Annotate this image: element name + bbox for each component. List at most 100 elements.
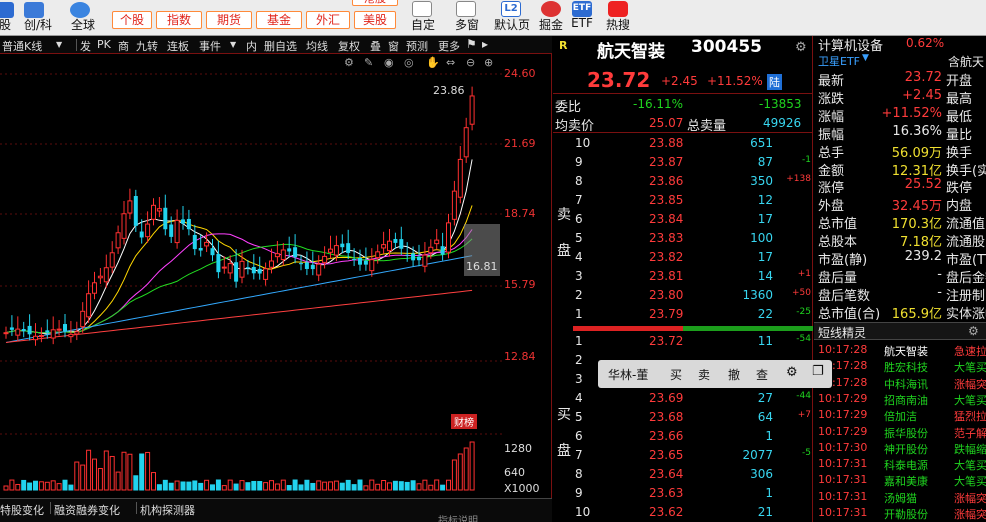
hot-search-icon[interactable] <box>608 1 628 17</box>
cancel-order-button[interactable]: 撤 <box>728 366 740 383</box>
rank-badge[interactable]: 财榜 <box>451 414 477 429</box>
ask-row[interactable]: 1 23.79 22 -25 <box>553 305 813 323</box>
candle <box>204 241 210 247</box>
ask-row[interactable]: 3 23.81 14 +1 <box>553 267 813 285</box>
flag-icon[interactable]: ⚑ <box>466 37 477 51</box>
tab-margin-change[interactable]: 融资融券变化 <box>54 502 120 518</box>
dig-gold-icon[interactable] <box>541 1 561 17</box>
toolbar-item-multiwindow[interactable]: 多窗 <box>450 16 484 33</box>
tab-hk-stock[interactable]: 港股 <box>352 0 398 6</box>
tab-us-stock[interactable]: 美股 <box>354 11 396 29</box>
etf-icon[interactable]: ETF <box>572 1 592 17</box>
toolbar-item-default-page[interactable]: 默认页 <box>492 16 532 33</box>
tab-index[interactable]: 指数 <box>156 11 202 29</box>
tab-forex[interactable]: 外汇 <box>306 11 350 29</box>
window-icon[interactable]: ❐ <box>812 364 824 379</box>
elf-item[interactable]: 10:17:31 嘉和美康 大笔买入 <box>814 472 986 488</box>
bid-row[interactable]: 4 23.69 27 -44 <box>553 389 813 407</box>
toolbar-item-etf[interactable]: ETF <box>568 16 596 30</box>
delta: +50 <box>792 288 811 298</box>
tab-institution-detector[interactable]: 机构探测器 <box>140 502 195 518</box>
toolbar-item-hot-search[interactable]: 热搜 <box>602 16 634 33</box>
tool-lianban[interactable]: 连板 <box>167 38 189 54</box>
delta: -54 <box>796 334 811 344</box>
custom-icon[interactable] <box>412 1 432 17</box>
bid-row[interactable]: 8 23.64 306 <box>553 465 813 483</box>
tool-more[interactable]: 更多 <box>438 38 460 54</box>
tab-futures[interactable]: 期货 <box>206 11 252 29</box>
stat-right-label: 换手 <box>946 145 973 161</box>
ask-row[interactable]: 9 23.87 87 -1 <box>553 153 813 171</box>
elf-item[interactable]: 10:17:31 开勒股份 涨幅突破 <box>814 505 986 521</box>
bid-row[interactable]: 5 23.68 64 +7 <box>553 408 813 426</box>
ask-row[interactable]: 10 23.88 651 <box>553 134 813 152</box>
tool-events[interactable]: 事件 <box>199 38 221 54</box>
high-marker: 23.86 <box>433 84 465 97</box>
tool-fa[interactable]: 发 <box>80 38 91 54</box>
stat-label: 外盘 <box>818 199 845 215</box>
related-etf[interactable]: 卫星ETF <box>818 53 860 69</box>
chevron-down-icon[interactable]: ▼ <box>56 40 62 49</box>
elf-item[interactable]: 10:17:28胜宏科技大笔买入 <box>814 358 986 374</box>
kline-type-select[interactable]: 普通K线 <box>2 38 42 54</box>
toolbar-item-stock[interactable]: 股 <box>0 16 14 33</box>
elf-item[interactable]: 10:17:28中科海讯涨幅突破 <box>814 375 986 391</box>
elf-item[interactable]: 10:17:29 倍加洁 猛烈拉升 <box>814 407 986 423</box>
chevron-down-icon[interactable]: ▼ <box>230 40 236 49</box>
buy-button[interactable]: 买 <box>670 366 682 383</box>
toolbar-item-dig-gold[interactable]: 掘金 <box>536 16 566 33</box>
tool-forecast[interactable]: 预测 <box>406 38 428 54</box>
toolbar-item-custom[interactable]: 自定 <box>406 16 440 33</box>
elf-tag: 大笔买入 <box>954 459 986 473</box>
tool-shang[interactable]: 商 <box>118 38 129 54</box>
elf-item[interactable]: 10:17:28 航天智装 急速拉升 <box>814 342 986 358</box>
tab-fund[interactable]: 基金 <box>256 11 302 29</box>
broker-account[interactable]: 华林-董 <box>608 366 648 383</box>
settings-icon[interactable]: ⚙ <box>786 365 798 380</box>
tool-overlay[interactable]: 叠 <box>370 38 381 54</box>
kline-chart[interactable] <box>0 54 502 498</box>
tab-stock-change[interactable]: 特股变化 <box>0 502 44 518</box>
volume-bar <box>345 479 351 491</box>
tool-adjust[interactable]: 复权 <box>338 38 360 54</box>
tool-delete-watchlist[interactable]: 删自选 <box>264 38 297 54</box>
ask-row[interactable]: 5 23.83 100 <box>553 229 813 247</box>
bid-row[interactable]: 7 23.65 2077 -5 <box>553 446 813 464</box>
ask-row[interactable]: 6 23.84 17 <box>553 210 813 228</box>
gear-icon[interactable]: ⚙ <box>968 324 979 338</box>
toolbar-item-global[interactable]: 全球 <box>66 16 100 33</box>
elf-item[interactable]: 10:17:29 振华股份 范子解封 <box>814 424 986 440</box>
candle <box>186 218 191 230</box>
elf-item[interactable]: 10:17:30 神开股份 跌幅缩小 <box>814 440 986 456</box>
indicator-help[interactable]: 指标说明 <box>438 512 478 522</box>
bid-row[interactable]: 1 23.72 11 -54 <box>553 332 813 350</box>
ask-row[interactable]: 2 23.80 1360 +50 <box>553 286 813 304</box>
elf-item[interactable]: 10:17:29 招商南油 大笔买入 <box>814 391 986 407</box>
sell-button[interactable]: 卖 <box>698 366 710 383</box>
tool-jiuzhuan[interactable]: 九转 <box>136 38 158 54</box>
l2-icon[interactable]: L2 <box>501 1 521 17</box>
chevron-down-icon[interactable]: ▼ <box>862 53 869 63</box>
tool-window[interactable]: 窗 <box>388 38 399 54</box>
gear-icon[interactable]: ⚙ <box>795 40 807 55</box>
elf-item[interactable]: 10:17:31 科泰电源 大笔买入 <box>814 456 986 472</box>
candle <box>139 231 144 238</box>
tool-nei[interactable]: 内 <box>246 38 257 54</box>
tool-ma[interactable]: 均线 <box>306 38 328 54</box>
multi-window-icon[interactable] <box>456 1 476 17</box>
query-button[interactable]: 查 <box>756 366 768 383</box>
tool-pk[interactable]: PK <box>97 38 111 51</box>
elf-item[interactable]: 10:17:31 汤姆猫 涨幅突破 <box>814 489 986 505</box>
sector-name[interactable]: 计算机设备 <box>818 35 883 54</box>
bid-row[interactable]: 6 23.66 1 <box>553 427 813 445</box>
bid-row[interactable]: 9 23.63 1 <box>553 484 813 502</box>
ask-row[interactable]: 7 23.85 12 <box>553 191 813 209</box>
toolbar-item-chinext[interactable]: 创/科 <box>18 16 58 33</box>
candle <box>405 254 410 256</box>
ask-row[interactable]: 4 23.82 17 <box>553 248 813 266</box>
ask-row[interactable]: 8 23.86 350 +138 <box>553 172 813 190</box>
bid-row[interactable]: 10 23.62 21 <box>553 503 813 521</box>
candle <box>316 263 322 276</box>
expand-icon[interactable]: ▸ <box>482 37 488 51</box>
tab-stock[interactable]: 个股 <box>112 11 152 29</box>
